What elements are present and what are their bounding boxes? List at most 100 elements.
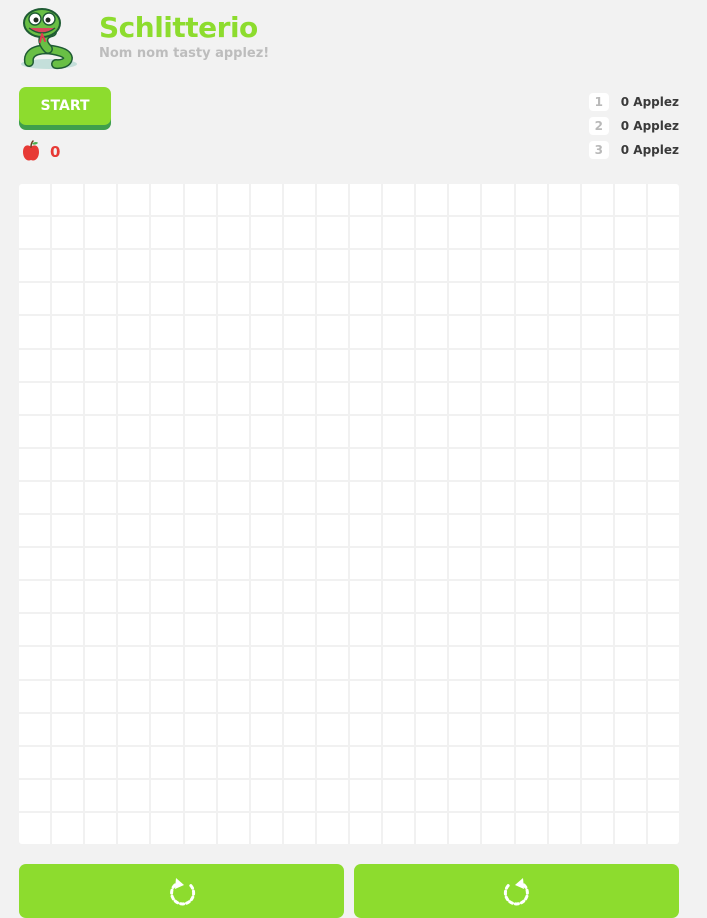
- board-cell: [184, 548, 216, 580]
- board-cell: [85, 614, 117, 646]
- board-cell: [217, 548, 249, 580]
- board-cell: [449, 481, 481, 513]
- board-cell: [52, 481, 84, 513]
- board-cell: [449, 250, 481, 282]
- board-cell: [19, 448, 51, 480]
- board-cell: [350, 812, 382, 844]
- board-cell: [515, 746, 547, 778]
- board-cell: [383, 680, 415, 712]
- board-cell: [283, 746, 315, 778]
- board-cell: [515, 250, 547, 282]
- board-cell: [515, 415, 547, 447]
- board-cell: [85, 283, 117, 315]
- board-cell: [118, 250, 150, 282]
- turn-left-button[interactable]: [19, 864, 344, 918]
- board-cell: [581, 316, 613, 348]
- board-cell: [548, 316, 580, 348]
- board-cell: [614, 548, 646, 580]
- score-value: 0: [50, 143, 61, 161]
- board-cell: [85, 415, 117, 447]
- board-cell: [151, 746, 183, 778]
- board-cell: [184, 217, 216, 249]
- board-cell: [19, 184, 51, 216]
- board-cell: [250, 812, 282, 844]
- board-cell: [647, 283, 679, 315]
- board-cell: [482, 382, 514, 414]
- app-title: Schlitterio: [99, 11, 258, 44]
- board-cell: [19, 481, 51, 513]
- board-cell: [482, 548, 514, 580]
- board-cell: [416, 581, 448, 613]
- board-cell: [85, 713, 117, 745]
- game-board[interactable]: [19, 184, 679, 844]
- board-cell: [250, 316, 282, 348]
- leaderboard-rank: 2: [588, 117, 609, 135]
- board-cell: [316, 680, 348, 712]
- board-cell: [52, 614, 84, 646]
- board-cell: [383, 581, 415, 613]
- board-cell: [217, 283, 249, 315]
- board-cell: [184, 680, 216, 712]
- board-cell: [316, 448, 348, 480]
- board-cell: [581, 647, 613, 679]
- board-cell: [383, 415, 415, 447]
- board-cell: [118, 349, 150, 381]
- board-cell: [482, 481, 514, 513]
- board-cell: [383, 614, 415, 646]
- board-cell: [350, 415, 382, 447]
- board-cell: [515, 217, 547, 249]
- board-cell: [19, 548, 51, 580]
- board-cell: [449, 548, 481, 580]
- board-cell: [52, 217, 84, 249]
- board-cell: [482, 316, 514, 348]
- board-cell: [118, 581, 150, 613]
- board-cell: [581, 349, 613, 381]
- board-cell: [548, 680, 580, 712]
- board-cell: [416, 515, 448, 547]
- board-cell: [647, 515, 679, 547]
- board-cell: [85, 250, 117, 282]
- board-cell: [581, 680, 613, 712]
- board-cell: [217, 250, 249, 282]
- board-cell: [184, 481, 216, 513]
- board-cell: [316, 779, 348, 811]
- board-cell: [614, 779, 646, 811]
- board-cell: [250, 415, 282, 447]
- score-display: 0: [21, 140, 60, 164]
- board-cell: [283, 415, 315, 447]
- board-cell: [151, 581, 183, 613]
- board-cell: [118, 448, 150, 480]
- board-cell: [581, 812, 613, 844]
- board-cell: [19, 382, 51, 414]
- board-cell: [316, 481, 348, 513]
- start-button[interactable]: START: [19, 87, 111, 125]
- turn-right-button[interactable]: [354, 864, 679, 918]
- board-cell: [250, 515, 282, 547]
- board-cell: [416, 548, 448, 580]
- board-cell: [250, 581, 282, 613]
- board-cell: [548, 746, 580, 778]
- board-cell: [85, 349, 117, 381]
- board-cell: [581, 481, 613, 513]
- board-cell: [383, 548, 415, 580]
- board-cell: [449, 217, 481, 249]
- board-cell: [614, 316, 646, 348]
- board-cell: [647, 349, 679, 381]
- board-cell: [647, 415, 679, 447]
- board-cell: [350, 481, 382, 513]
- board-cell: [416, 746, 448, 778]
- board-cell: [614, 448, 646, 480]
- board-cell: [482, 515, 514, 547]
- board-cell: [52, 713, 84, 745]
- board-cell: [118, 481, 150, 513]
- board-cell: [85, 680, 117, 712]
- board-cell: [515, 581, 547, 613]
- board-cell: [184, 713, 216, 745]
- board-cell: [515, 481, 547, 513]
- board-cell: [118, 647, 150, 679]
- board-cell: [548, 415, 580, 447]
- board-cell: [118, 217, 150, 249]
- board-cell: [316, 415, 348, 447]
- board-cell: [52, 515, 84, 547]
- board-cell: [151, 647, 183, 679]
